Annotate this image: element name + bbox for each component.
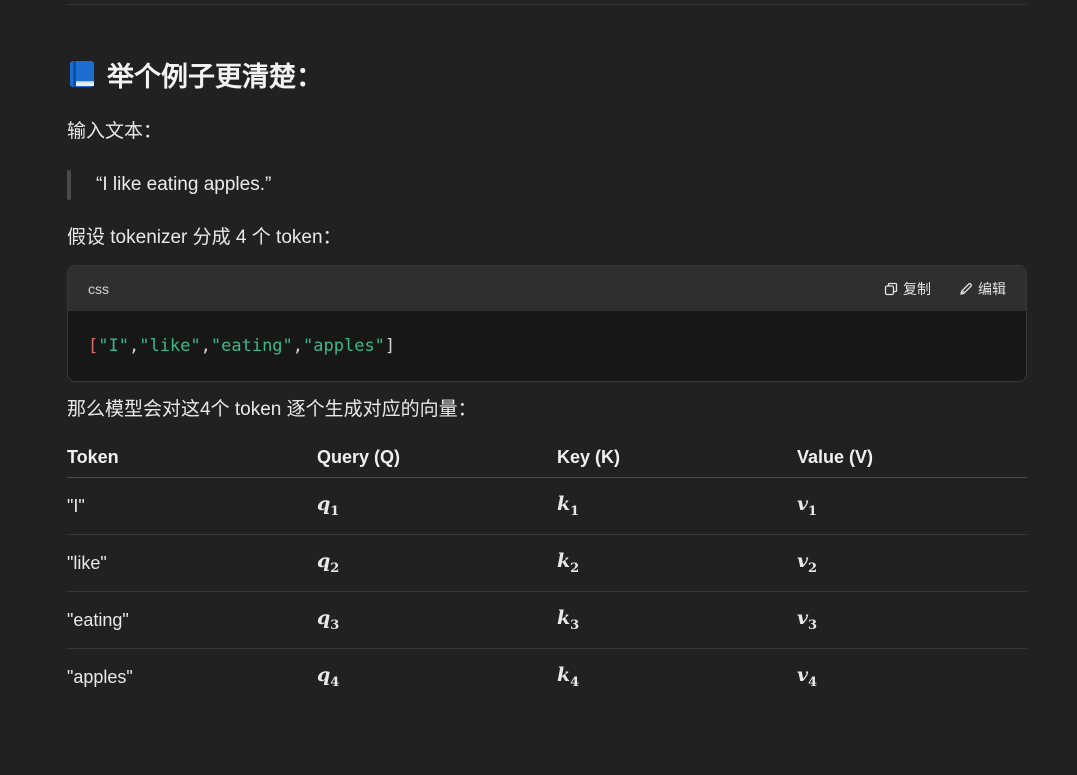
table-header-row: Token Query (Q) Key (K) Value (V) xyxy=(67,437,1027,478)
copy-label: 复制 xyxy=(903,280,931,297)
key-symbol: k xyxy=(557,607,571,630)
edit-code-button[interactable]: 编辑 xyxy=(959,279,1006,299)
value-subscript: 3 xyxy=(808,617,818,633)
query-subscript: 2 xyxy=(330,560,340,576)
blockquote-bar xyxy=(67,170,71,200)
code-separator: , xyxy=(200,336,211,356)
token-cell: "eating" xyxy=(67,591,317,649)
qkv-table: Token Query (Q) Key (K) Value (V) "I" q1… xyxy=(67,437,1027,705)
value-subscript: 1 xyxy=(808,503,818,519)
table-row: "like" q2 k2 v2 xyxy=(67,534,1027,592)
header-key: Key (K) xyxy=(557,437,797,478)
token-cell: "I" xyxy=(67,477,317,535)
code-separator: , xyxy=(128,336,140,356)
code-token-string: "apples" xyxy=(303,336,385,356)
value-cell: v1 xyxy=(797,477,1027,535)
blue-book-icon xyxy=(67,59,97,89)
code-block-header: css 复制 编辑 xyxy=(68,266,1026,311)
code-close-bracket: ] xyxy=(384,336,396,356)
code-separator: , xyxy=(292,336,304,356)
query-subscript: 4 xyxy=(330,674,340,690)
header-query: Query (Q) xyxy=(317,437,557,478)
code-token-string: "like" xyxy=(139,336,201,356)
blockquote-text: “I like eating apples.” xyxy=(96,174,272,195)
tokenizer-sentence: 假设 tokenizer 分成 4 个 token： xyxy=(67,227,342,248)
code-token-string: "I" xyxy=(98,336,129,356)
query-symbol: q xyxy=(317,493,331,516)
copy-code-button[interactable]: 复制 xyxy=(884,279,931,299)
table-row: "eating" q3 k3 v3 xyxy=(67,591,1027,649)
copy-icon xyxy=(884,282,898,295)
key-cell: k1 xyxy=(557,477,797,535)
code-open-bracket: [ xyxy=(88,336,99,356)
key-subscript: 4 xyxy=(570,674,580,690)
query-cell: q4 xyxy=(317,649,557,706)
header-token: Token xyxy=(67,437,317,478)
key-symbol: k xyxy=(557,493,571,516)
query-symbol: q xyxy=(317,664,331,687)
vector-sentence: 那么模型会对这4个 token 逐个生成对应的向量： xyxy=(67,399,477,420)
query-cell: q2 xyxy=(317,534,557,592)
token-cell: "apples" xyxy=(67,666,133,687)
value-cell: v4 xyxy=(797,649,1027,706)
blockquote: “I like eating apples.” xyxy=(67,170,271,200)
query-cell: q3 xyxy=(317,591,557,649)
value-symbol: v xyxy=(797,607,809,630)
value-subscript: 4 xyxy=(808,674,818,690)
edit-label: 编辑 xyxy=(978,280,1006,297)
table-row: "apples" q4 k4 v4 xyxy=(67,649,1027,706)
value-symbol: v xyxy=(797,493,809,516)
code-body[interactable]: ["I", "like", "eating", "apples"] xyxy=(68,311,1026,381)
value-symbol: v xyxy=(797,664,809,687)
example-heading: 举个例子更清楚： xyxy=(67,54,323,94)
query-symbol: q xyxy=(317,607,331,630)
header-value: Value (V) xyxy=(797,437,1027,478)
query-cell: q1 xyxy=(317,477,557,535)
code-block: css 复制 编辑 ["I", "like", "eating", "apple… xyxy=(67,265,1027,382)
query-subscript: 3 xyxy=(330,617,340,633)
section-divider xyxy=(67,4,1027,5)
token-cell: "like" xyxy=(67,534,317,592)
query-subscript: 1 xyxy=(330,503,340,519)
value-cell: v3 xyxy=(797,591,1027,649)
code-language-label: css xyxy=(88,280,109,297)
key-subscript: 1 xyxy=(570,503,580,519)
key-cell: k4 xyxy=(557,649,797,706)
value-symbol: v xyxy=(797,550,809,573)
key-subscript: 3 xyxy=(570,617,580,633)
code-token-string: "eating" xyxy=(210,336,293,356)
key-symbol: k xyxy=(557,664,571,687)
heading-text: 举个例子更清楚： xyxy=(107,61,323,92)
query-symbol: q xyxy=(317,550,331,573)
value-subscript: 2 xyxy=(808,560,818,576)
key-cell: k2 xyxy=(557,534,797,592)
value-cell: v2 xyxy=(797,534,1027,592)
key-cell: k3 xyxy=(557,591,797,649)
pencil-icon xyxy=(960,282,972,295)
input-text-label: 输入文本： xyxy=(67,121,163,142)
table-row: "I" q1 k1 v1 xyxy=(67,477,1027,535)
key-subscript: 2 xyxy=(570,560,580,576)
key-symbol: k xyxy=(557,550,571,573)
